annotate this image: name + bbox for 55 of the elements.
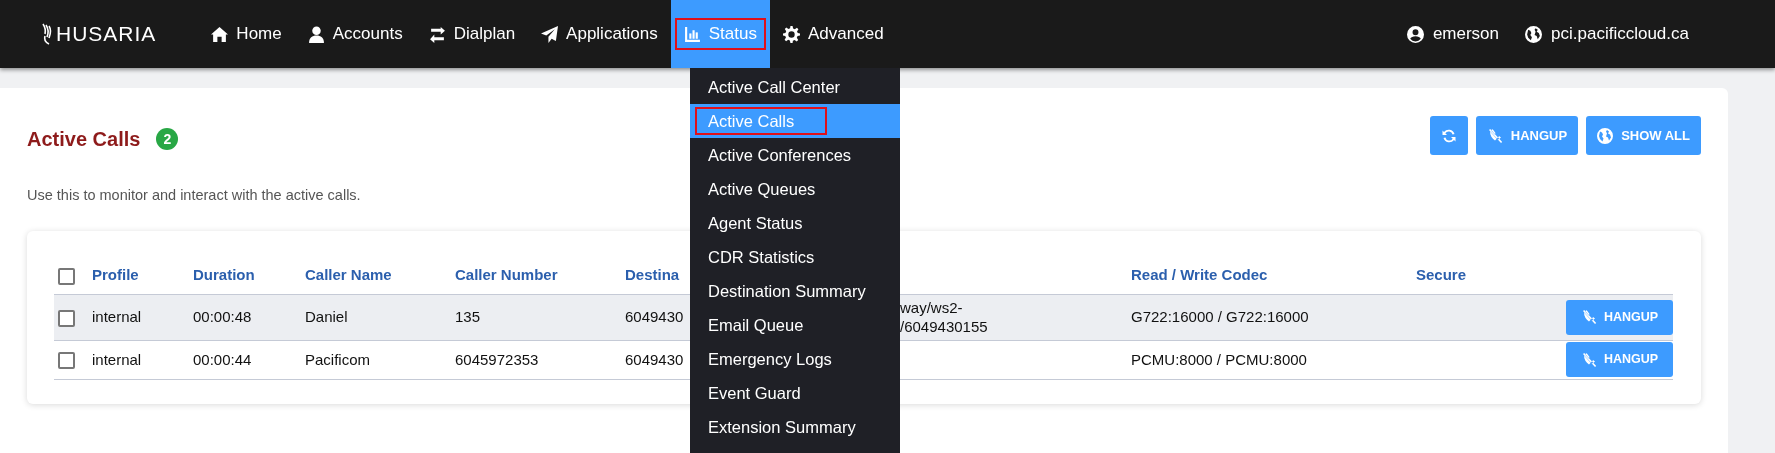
dropdown-item[interactable]: Active Call Center <box>690 70 900 104</box>
column-header: Secure <box>1416 266 1467 283</box>
table-cell: 00:00:44 <box>193 349 252 370</box>
table-cell: 00:00:48 <box>193 307 252 327</box>
column-header: Caller Name <box>305 266 392 283</box>
arrows-icon <box>428 25 446 43</box>
table-cell: 135 <box>455 307 481 327</box>
table-cell: 6049430 <box>625 307 684 327</box>
row-checkbox[interactable] <box>58 309 75 327</box>
table-cell: internal <box>92 349 142 370</box>
nav-item[interactable]: Dialplan <box>415 0 529 68</box>
wing-logo-icon <box>40 22 54 46</box>
dropdown-item[interactable]: Destination Summary <box>690 274 900 308</box>
dropdown-item[interactable]: Event Guard <box>690 376 900 410</box>
dropdown-item[interactable]: Extension Summary <box>690 410 900 444</box>
globe-icon <box>1597 127 1614 144</box>
column-header: Profile <box>92 266 139 283</box>
refresh-icon <box>1440 127 1457 144</box>
select-all-checkbox[interactable] <box>58 267 75 285</box>
column-header: Caller Number <box>455 266 558 283</box>
dropdown-item[interactable]: Emergency Logs <box>690 342 900 376</box>
table-cell: 6045972353 <box>455 349 539 370</box>
brand-logo[interactable]: HUSARIA <box>40 18 157 50</box>
table-cell: internal <box>92 307 142 327</box>
table-cell: way/ws2- /6049430155 <box>900 297 988 337</box>
row-checkbox[interactable] <box>58 352 75 370</box>
paper-plane-icon <box>541 25 559 43</box>
nav-item[interactable]: Home <box>198 0 295 68</box>
column-header: Read / Write Codec <box>1131 266 1268 283</box>
domain-menu[interactable]: pci.pacificcloud.ca <box>1525 21 1689 47</box>
dropdown-item[interactable]: Active Conferences <box>690 138 900 172</box>
column-header: Destina <box>625 266 680 283</box>
nav-item[interactable]: Accounts <box>294 0 416 68</box>
table-cell: 6049430 <box>625 349 684 370</box>
table-cell: Daniel <box>305 307 348 327</box>
dropdown-item[interactable]: Agent Status <box>690 206 900 240</box>
bar-chart-icon <box>683 25 701 43</box>
nav-item[interactable]: Advanced <box>769 0 897 68</box>
dropdown-item[interactable]: Email Queue <box>690 308 900 342</box>
settings-icon <box>782 25 800 43</box>
dropdown-item[interactable]: CDR Statistics <box>690 240 900 274</box>
user-icon <box>307 25 325 43</box>
page-description: Use this to monitor and interact with the active calls. <box>27 186 361 205</box>
column-header: Duration <box>193 266 255 283</box>
home-icon <box>211 25 229 43</box>
table-cell: Pacificom <box>305 349 371 370</box>
table-cell: G722:16000 / G722:16000 <box>1131 307 1309 327</box>
call-count-badge: 2 <box>156 128 179 150</box>
user-menu[interactable]: emerson <box>1406 21 1500 47</box>
refresh-button[interactable] <box>1429 116 1468 155</box>
dropdown-item[interactable]: Active Queues <box>690 172 900 206</box>
nav-item[interactable]: Applications <box>528 0 671 68</box>
globe-icon <box>1525 25 1543 43</box>
table-cell: PCMU:8000 / PCMU:8000 <box>1131 349 1307 370</box>
page-title: Active Calls <box>27 127 141 152</box>
